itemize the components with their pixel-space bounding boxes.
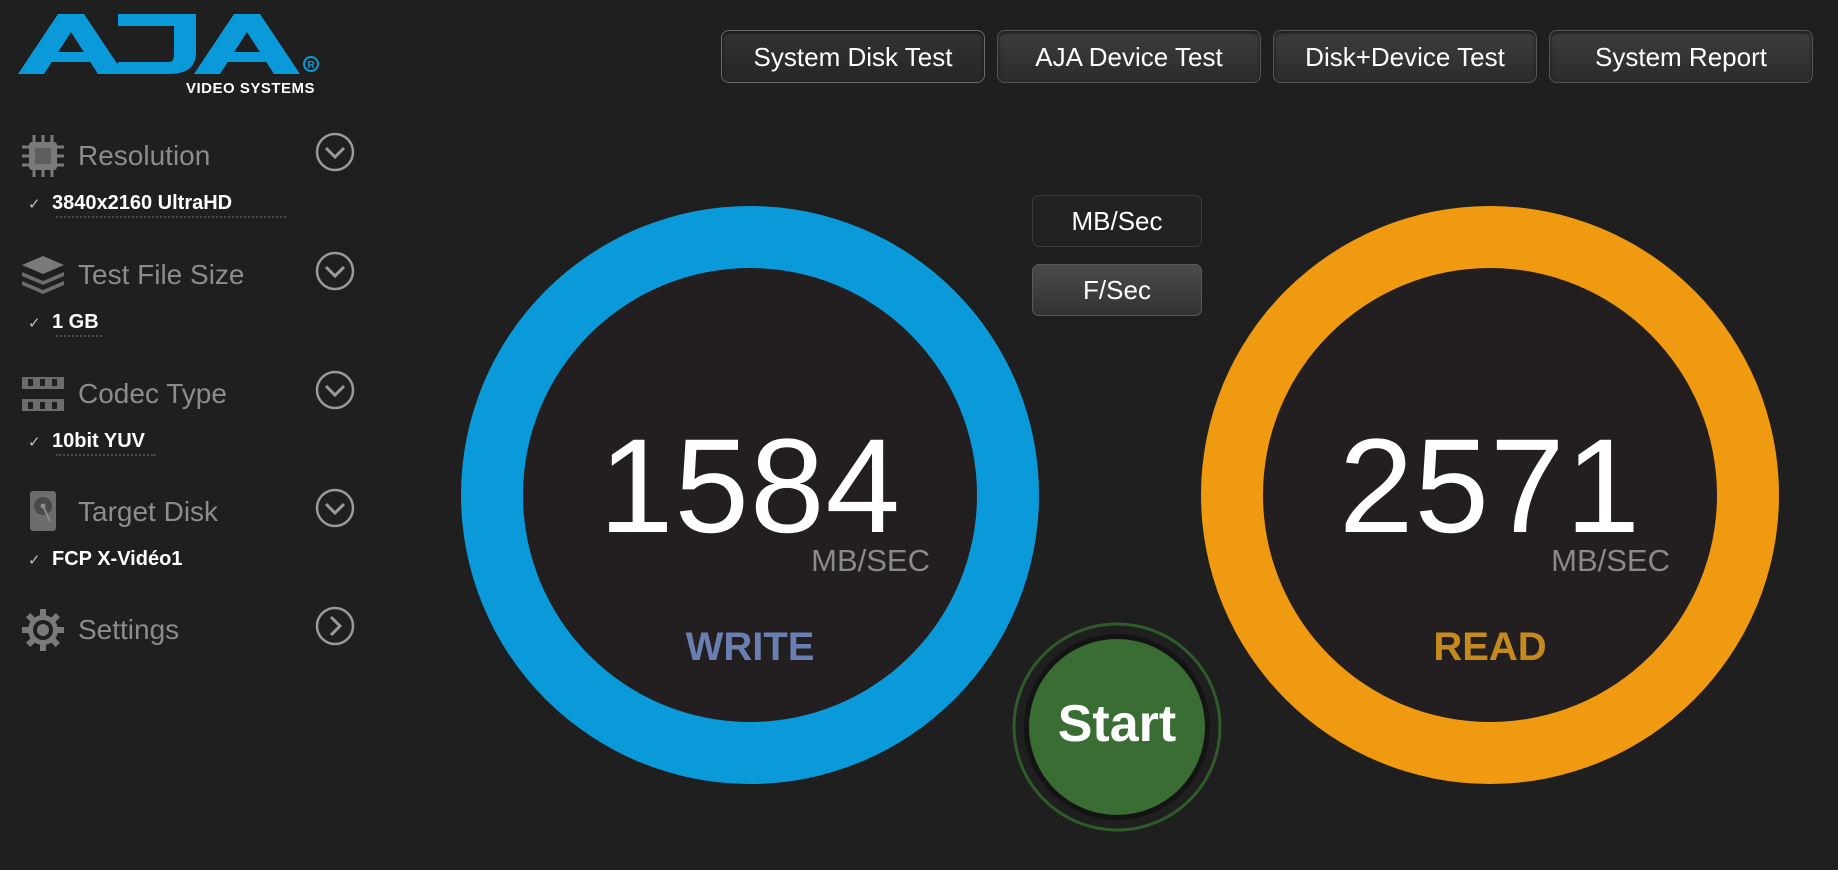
start-button[interactable]: Start — [1012, 622, 1222, 832]
aja-logo: R VIDEO SYSTEMS — [18, 12, 338, 102]
logo-subtitle: VIDEO SYSTEMS — [186, 80, 316, 97]
write-speed-value: 1584 — [598, 412, 902, 561]
section-test-file-size: Test File Size ✓ 1 GB — [0, 239, 380, 357]
gear-icon — [22, 609, 64, 651]
resolution-header[interactable]: Resolution — [20, 130, 360, 180]
test-file-size-value-text: 1 GB — [52, 311, 99, 333]
film-strip-icon — [22, 377, 64, 411]
check-icon: ✓ — [28, 196, 41, 213]
read-label: READ — [1433, 625, 1547, 669]
hidden-option-divider — [56, 216, 286, 221]
read-speed-unit: MB/SEC — [1551, 543, 1670, 578]
chevron-down-icon[interactable] — [315, 251, 355, 291]
chevron-down-icon[interactable] — [315, 370, 355, 410]
chip-icon — [22, 135, 64, 177]
codec-type-value: ✓ 10bit YUV — [28, 430, 145, 453]
check-icon: ✓ — [28, 315, 41, 332]
chevron-down-icon[interactable] — [315, 488, 355, 528]
tab-system-disk-test[interactable]: System Disk Test — [721, 30, 985, 83]
tab-disk-device-test[interactable]: Disk+Device Test — [1273, 30, 1537, 83]
section-codec-type: Codec Type ✓ 10bit YUV — [0, 358, 380, 476]
section-target-disk: Target Disk ✓ FCP X-Vidéo1 — [0, 476, 380, 594]
write-gauge: 1584 MB/SEC WRITE — [460, 205, 1040, 785]
target-disk-value-text: FCP X-Vidéo1 — [52, 548, 183, 570]
test-file-size-value: ✓ 1 GB — [28, 311, 99, 334]
test-file-size-title: Test File Size — [78, 259, 245, 290]
target-disk-title: Target Disk — [78, 496, 219, 527]
aja-system-test-window: R VIDEO SYSTEMS Resolution ✓ 3840x2160 U… — [0, 0, 1838, 870]
write-speed-unit: MB/SEC — [811, 543, 930, 578]
tab-aja-device-test[interactable]: AJA Device Test — [997, 30, 1261, 83]
read-gauge: 2571 MB/SEC READ — [1200, 205, 1780, 785]
start-label: Start — [1057, 695, 1177, 753]
aja-logo-mark: R — [18, 14, 319, 74]
svg-text:R: R — [308, 60, 316, 71]
codec-type-value-text: 10bit YUV — [52, 430, 145, 452]
check-icon: ✓ — [28, 434, 41, 451]
layers-icon — [22, 256, 64, 294]
test-file-size-header[interactable]: Test File Size — [20, 249, 360, 299]
chevron-down-icon[interactable] — [315, 132, 355, 172]
settings-title: Settings — [78, 614, 180, 645]
hidden-option-divider — [56, 335, 102, 340]
write-label: WRITE — [685, 625, 815, 669]
target-disk-header[interactable]: Target Disk — [20, 486, 360, 536]
chevron-right-icon[interactable] — [315, 606, 355, 646]
codec-type-title: Codec Type — [78, 378, 227, 409]
f-sec-button[interactable]: F/Sec — [1032, 264, 1202, 316]
mb-sec-button[interactable]: MB/Sec — [1032, 195, 1202, 247]
check-icon: ✓ — [28, 552, 41, 569]
read-speed-value: 2571 — [1338, 412, 1642, 561]
resolution-title: Resolution — [78, 140, 211, 171]
tab-system-report[interactable]: System Report — [1549, 30, 1813, 83]
resolution-value-text: 3840x2160 UltraHD — [52, 192, 233, 214]
resolution-value: ✓ 3840x2160 UltraHD — [28, 192, 232, 215]
hidden-option-divider — [56, 454, 156, 459]
target-disk-value: ✓ FCP X-Vidéo1 — [28, 548, 182, 571]
hard-disk-icon — [30, 491, 56, 531]
codec-type-header[interactable]: Codec Type — [20, 368, 360, 418]
section-settings: Settings — [0, 594, 380, 712]
section-resolution: Resolution ✓ 3840x2160 UltraHD — [0, 120, 380, 238]
settings-header[interactable]: Settings — [20, 604, 360, 654]
